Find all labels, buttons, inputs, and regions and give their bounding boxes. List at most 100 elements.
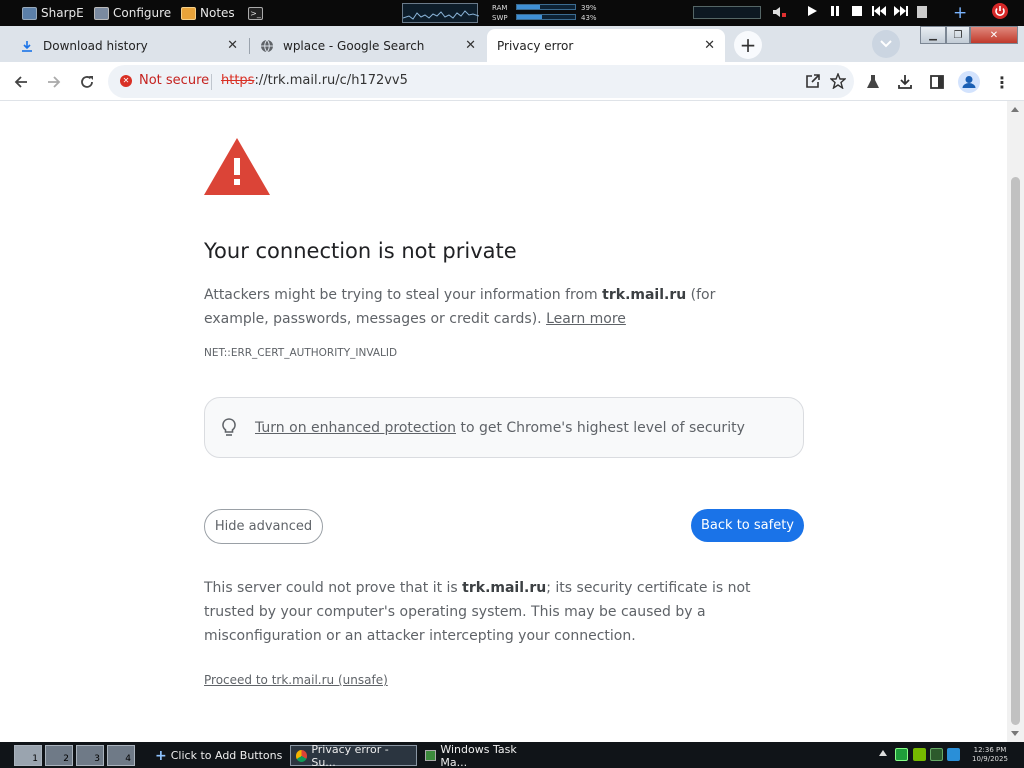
- add-buttons[interactable]: + Click to Add Buttons: [150, 745, 287, 766]
- launcher-configure[interactable]: Configure: [94, 4, 171, 22]
- kebab-menu-icon: ⋮: [994, 72, 1010, 92]
- previous-icon[interactable]: [872, 5, 886, 20]
- task-windows-task-manager[interactable]: Windows Task Ma...: [420, 742, 545, 768]
- clock-date: 10/9/2025: [972, 755, 1008, 763]
- tray-app-icon[interactable]: [895, 748, 908, 761]
- enhanced-protection-text: Turn on enhanced protection to get Chrom…: [255, 420, 745, 436]
- task-privacy-error[interactable]: Privacy error - Su...: [290, 743, 417, 768]
- profile-avatar[interactable]: [958, 71, 980, 93]
- workspace-4[interactable]: 4: [107, 745, 135, 766]
- back-button[interactable]: [10, 71, 32, 93]
- maximize-button[interactable]: ❐: [946, 26, 970, 44]
- new-tab-button[interactable]: +: [734, 31, 762, 59]
- arrow-right-icon: [48, 76, 61, 88]
- hide-advanced-button[interactable]: Hide advanced: [204, 509, 323, 544]
- tab-search-button[interactable]: [872, 30, 900, 58]
- enhanced-suffix: to get Chrome's highest level of securit…: [456, 420, 745, 436]
- launcher-terminal[interactable]: >_: [248, 4, 263, 22]
- scrollbar-thumb[interactable]: [1011, 177, 1020, 725]
- play-icon[interactable]: [806, 5, 818, 20]
- domain-text: trk.mail.ru: [462, 580, 547, 596]
- back-to-safety-button[interactable]: Back to safety: [691, 509, 804, 542]
- tab-label: Download history: [43, 38, 148, 53]
- forward-button[interactable]: [43, 71, 65, 93]
- scroll-up-icon[interactable]: [1011, 107, 1019, 112]
- ram-meter-fill: [517, 5, 540, 9]
- proceed-unsafe-link[interactable]: Proceed to trk.mail.ru (unsafe): [204, 673, 388, 687]
- reload-button[interactable]: [76, 71, 98, 93]
- reload-icon: [81, 76, 93, 88]
- download-icon[interactable]: [894, 71, 916, 93]
- power-icon[interactable]: [992, 3, 1008, 22]
- menu-button[interactable]: ⋮: [991, 71, 1013, 93]
- close-icon[interactable]: ✕: [465, 38, 476, 53]
- learn-more-link[interactable]: Learn more: [546, 311, 626, 327]
- url-text[interactable]: https://trk.mail.ru/c/h172vv5: [221, 73, 408, 88]
- cpu-graph: [402, 3, 480, 23]
- launcher-notes[interactable]: Notes: [181, 4, 235, 22]
- tab-privacy-error[interactable]: Privacy error ✕: [487, 29, 725, 62]
- close-icon[interactable]: ✕: [704, 38, 715, 53]
- task-label: Windows Task Ma...: [440, 742, 517, 768]
- pause-icon[interactable]: [829, 5, 841, 20]
- warning-triangle-icon: [204, 138, 270, 195]
- error-description: Attackers might be trying to steal your …: [204, 283, 764, 331]
- arrow-left-icon: [14, 76, 27, 88]
- next-icon[interactable]: [894, 5, 908, 20]
- vertical-scrollbar[interactable]: [1007, 101, 1024, 742]
- notes-icon: [181, 6, 196, 20]
- share-icon[interactable]: [802, 70, 824, 92]
- labs-flask-icon[interactable]: [862, 71, 884, 93]
- launcher-label: Notes: [200, 6, 235, 20]
- enhanced-protection-box: Turn on enhanced protection to get Chrom…: [204, 397, 804, 458]
- tab-google-search[interactable]: wplace - Google Search ✕: [250, 29, 486, 62]
- terminal-icon: >_: [248, 6, 263, 20]
- not-secure-label: Not secure: [139, 73, 210, 88]
- close-icon[interactable]: ✕: [227, 38, 238, 53]
- tab-download-history[interactable]: Download history ✕: [10, 29, 248, 62]
- close-window-button[interactable]: ✕: [970, 26, 1018, 44]
- tray-expand-icon[interactable]: [879, 750, 887, 756]
- tab-strip: Download history ✕ wplace - Google Searc…: [0, 26, 1024, 62]
- tray-app-icon[interactable]: [947, 748, 960, 761]
- bookmark-star-icon[interactable]: [827, 70, 849, 92]
- ram-meter: [516, 4, 576, 10]
- scroll-down-icon[interactable]: [1011, 731, 1019, 736]
- browser-toolbar: ✕ Not secure https://trk.mail.ru/c/h172v…: [0, 62, 1024, 101]
- url-scheme: https: [221, 73, 255, 88]
- error-code: NET::ERR_CERT_AUTHORITY_INVALID: [204, 347, 398, 359]
- download-icon: [20, 39, 34, 53]
- media-display: [693, 6, 761, 19]
- restore-icon: ❐: [953, 29, 963, 41]
- cpu-graph-line: [402, 10, 480, 20]
- stop-icon[interactable]: [851, 5, 863, 20]
- eject-icon[interactable]: [916, 5, 928, 22]
- person-icon: [958, 71, 980, 93]
- globe-icon: [260, 39, 274, 53]
- system-clock[interactable]: 12:36 PM 10/9/2025: [972, 746, 1008, 764]
- workspace-3[interactable]: 3: [76, 745, 104, 766]
- add-buttons-label: Click to Add Buttons: [170, 749, 283, 762]
- advanced-details: This server could not prove that it is t…: [204, 576, 794, 648]
- nvidia-icon[interactable]: [913, 748, 926, 761]
- minimize-icon: ▁: [929, 29, 937, 41]
- details-text: This server could not prove that it is: [204, 580, 463, 596]
- launcher-sharpe[interactable]: SharpE: [22, 4, 84, 22]
- task-manager-icon: [425, 750, 437, 761]
- taskbar: 1 2 3 4 + Click to Add Buttons Privacy e…: [0, 742, 1024, 768]
- tray-app-icon[interactable]: [930, 748, 943, 761]
- configure-icon: [94, 6, 109, 20]
- workspace-1[interactable]: 1: [14, 745, 42, 766]
- add-icon[interactable]: +: [953, 3, 967, 23]
- ram-label: RAM: [492, 4, 508, 12]
- workspace-2[interactable]: 2: [45, 745, 73, 766]
- minimize-button[interactable]: ▁: [920, 26, 946, 44]
- volume-muted-icon[interactable]: [772, 5, 786, 22]
- security-chip[interactable]: ✕ Not secure: [120, 73, 209, 88]
- side-panel-icon[interactable]: [926, 71, 948, 93]
- address-bar[interactable]: ✕ Not secure https://trk.mail.ru/c/h172v…: [108, 65, 854, 98]
- enhanced-protection-link[interactable]: Turn on enhanced protection: [255, 420, 456, 436]
- desc-text: Attackers might be trying to steal your …: [204, 287, 603, 303]
- ram-value: 39%: [581, 4, 597, 12]
- omnibox-divider: [211, 74, 212, 90]
